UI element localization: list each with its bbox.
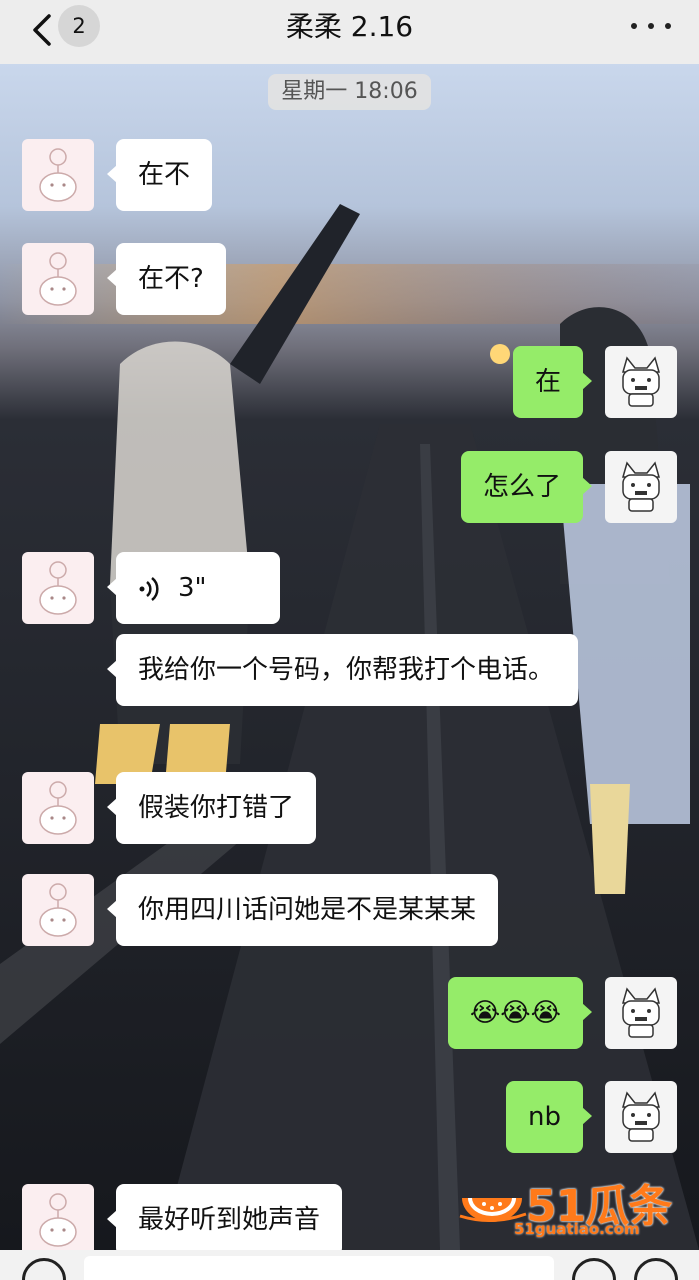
cat-avatar-icon (622, 461, 660, 512)
input-bar (0, 1250, 699, 1280)
my-avatar[interactable] (605, 977, 677, 1049)
my-avatar[interactable] (605, 346, 677, 418)
cat-avatar-icon (39, 561, 77, 615)
contact-avatar[interactable] (22, 139, 94, 211)
watermark-url: 51guatiao.com (514, 1220, 640, 1238)
chat-timestamp: 星期一 18:06 (268, 74, 431, 110)
emoji-message-bubble[interactable]: 😭😭😭 (447, 977, 593, 1049)
emoji-button[interactable] (572, 1258, 616, 1280)
cat-avatar-icon (622, 356, 660, 407)
message-bubble[interactable]: 假装你打错了 (106, 772, 317, 844)
site-watermark: 51瓜条 51guatiao.com (456, 1164, 688, 1244)
cat-avatar-icon (39, 1193, 77, 1247)
my-avatar[interactable] (605, 451, 677, 523)
cat-avatar-icon (39, 148, 77, 202)
message-input[interactable] (84, 1256, 554, 1280)
contact-avatar[interactable] (22, 1184, 94, 1256)
watermelon-logo-icon (459, 1198, 527, 1223)
chat-header: 2 柔柔 2.16 (0, 0, 699, 64)
message-bubble[interactable]: 在不 (106, 139, 213, 211)
message-bubble[interactable]: 最好听到她声音 (106, 1184, 343, 1256)
message-bubble[interactable]: 你用四川话问她是不是某某某 (106, 874, 499, 946)
more-dot-icon (631, 23, 637, 29)
my-avatar[interactable] (605, 1081, 677, 1153)
cat-avatar-icon (622, 987, 660, 1038)
more-actions-button[interactable] (634, 1258, 678, 1280)
voice-message-bubble[interactable]: 3" (107, 552, 280, 624)
more-dot-icon (665, 23, 671, 29)
cat-avatar-icon (39, 883, 77, 937)
voice-duration: 3" (178, 573, 207, 603)
cat-avatar-icon (39, 252, 77, 306)
message-bubble[interactable]: 怎么了 (460, 451, 593, 523)
message-bubble[interactable]: nb (506, 1081, 592, 1153)
chat-title: 柔柔 2.16 (285, 10, 414, 43)
cat-avatar-icon (39, 781, 77, 835)
cat-avatar-icon (622, 1091, 660, 1142)
more-dot-icon (648, 23, 654, 29)
contact-avatar[interactable] (22, 552, 94, 624)
contact-avatar[interactable] (22, 243, 94, 315)
voice-input-toggle[interactable] (22, 1258, 66, 1280)
message-bubble[interactable]: 我给你一个号码，你帮我打个电话。 (107, 634, 578, 706)
contact-avatar[interactable] (22, 772, 94, 844)
message-bubble[interactable]: 在不? (107, 243, 226, 315)
message-bubble[interactable]: 在 (512, 346, 593, 418)
contact-avatar[interactable] (22, 874, 94, 946)
voice-wave-icon (139, 576, 159, 601)
more-options-button[interactable] (631, 14, 671, 38)
